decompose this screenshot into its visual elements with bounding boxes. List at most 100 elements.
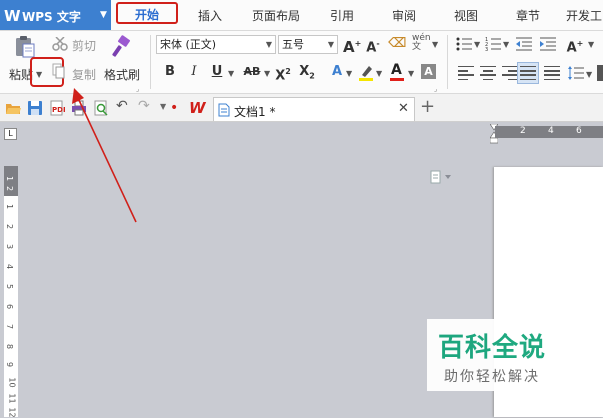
horizontal-ruler[interactable]: 2 4 6 [495, 126, 603, 138]
superscript-icon[interactable]: X2 [274, 63, 292, 83]
menu-bar: W WPS 文字 ▼ 开始 插入 页面布局 引用 审阅 视图 章节 开发工 [0, 0, 603, 31]
wps-logo-icon[interactable]: W [188, 99, 208, 117]
font-name-value: 宋体 (正文) [160, 38, 217, 51]
underline-icon[interactable]: U [208, 63, 226, 81]
cut-icon[interactable] [52, 36, 68, 51]
clear-format-icon[interactable]: ⌫ [388, 35, 406, 53]
watermark: 百科全说 助你轻松解决 [427, 319, 580, 391]
menu-tab-references[interactable]: 引用 [318, 0, 366, 30]
chevron-down-icon[interactable]: ▼ [97, 9, 110, 22]
chevron-down-icon[interactable]: ▼ [503, 40, 509, 49]
font-size-value: 五号 [282, 38, 304, 51]
document-tab-label: 文档1 * [234, 105, 276, 119]
italic-icon[interactable]: I [185, 63, 203, 81]
ruler-number: 6 [5, 303, 15, 310]
strikethrough-icon[interactable]: AB [240, 63, 264, 81]
cut-label[interactable]: 剪切 [72, 37, 96, 54]
chevron-down-icon[interactable]: ▼ [264, 69, 270, 78]
wps-app-button[interactable]: W WPS 文字 ▼ [0, 0, 111, 30]
divider [447, 35, 448, 89]
increase-indent-icon[interactable] [540, 37, 556, 51]
ruler-number: 6 [576, 126, 582, 136]
font-color-icon[interactable]: A [388, 62, 406, 81]
chevron-down-icon[interactable]: ▼ [588, 40, 594, 49]
distributed-icon[interactable] [544, 66, 560, 80]
ruler-number: 2 [5, 185, 15, 192]
format-painter-icon[interactable] [111, 35, 135, 59]
subscript-icon[interactable]: X2 [298, 63, 316, 81]
bullet-list-icon[interactable] [456, 37, 472, 51]
ruler-number: 2 [520, 126, 526, 136]
font-name-select[interactable]: 宋体 (正文) ▼ [156, 35, 276, 54]
chevron-down-icon: ▼ [265, 40, 272, 49]
chevron-down-icon[interactable]: ▼ [408, 69, 414, 78]
customize-icon[interactable]: • [170, 100, 178, 116]
ruler-number: 9 [5, 361, 15, 368]
ruler-number: 1 [5, 175, 15, 182]
ruler-number: 3 [5, 243, 15, 250]
chevron-down-icon[interactable]: ▼ [346, 69, 352, 78]
ruler-number: 11 [7, 393, 17, 404]
ruler-number: 10 [7, 377, 17, 388]
decrease-indent-icon[interactable] [516, 37, 532, 51]
char-shading-icon[interactable]: A [421, 64, 436, 79]
vertical-ruler[interactable]: 1 2 1 2 3 4 5 6 7 8 9 10 11 12 [4, 166, 18, 418]
tab-stop-selector-icon[interactable]: L [4, 128, 17, 140]
align-left-icon[interactable] [458, 66, 474, 80]
annotation-arrow [72, 88, 137, 223]
chevron-down-icon[interactable]: ▼ [228, 69, 234, 78]
justify-icon[interactable] [520, 66, 536, 80]
bold-icon[interactable]: B [161, 63, 179, 81]
open-folder-icon[interactable] [5, 100, 21, 116]
new-tab-icon[interactable]: + [420, 96, 435, 117]
ruler-number: 12 [7, 407, 17, 418]
chevron-down-icon[interactable]: ▼ [432, 40, 438, 49]
close-icon[interactable]: ✕ [398, 101, 409, 116]
chevron-down-icon: ▼ [327, 40, 334, 49]
menu-tab-review[interactable]: 审阅 [380, 0, 428, 30]
save-icon[interactable] [27, 100, 43, 116]
ruler-number: 7 [5, 323, 15, 330]
phonetic-guide-icon[interactable]: wén 文 [412, 34, 431, 52]
watermark-title: 百科全说 [437, 333, 546, 363]
svg-text:3: 3 [485, 47, 488, 51]
document-icon [218, 103, 230, 117]
align-center-icon[interactable] [480, 66, 496, 80]
menu-tab-developer[interactable]: 开发工 [566, 0, 603, 30]
ruler-number: 1 [5, 203, 15, 210]
chevron-down-icon[interactable]: ▼ [160, 102, 166, 111]
ruler-number: 4 [5, 263, 15, 270]
font-size-select[interactable]: 五号 ▼ [278, 35, 338, 54]
menu-tab-page-layout[interactable]: 页面布局 [244, 0, 308, 30]
grow-font-icon[interactable]: A+ [343, 35, 361, 56]
ruler-number: 8 [5, 343, 15, 350]
shrink-font-icon[interactable]: A- [364, 35, 382, 55]
numbered-list-icon[interactable]: 123 [485, 37, 501, 53]
paste-icon[interactable] [14, 35, 36, 59]
dialog-launcher-icon[interactable]: ⌟ [434, 85, 437, 93]
text-effect-icon[interactable]: A [328, 63, 346, 81]
menu-tab-section[interactable]: 章节 [504, 0, 552, 30]
divider [150, 35, 151, 89]
menu-tab-view[interactable]: 视图 [442, 0, 490, 30]
align-right-icon[interactable] [502, 66, 518, 80]
page-view-icon[interactable] [430, 170, 452, 184]
app-title: WPS 文字 [22, 10, 81, 24]
chevron-down-icon[interactable]: ▼ [376, 69, 382, 78]
highlight-color-icon[interactable] [357, 63, 375, 81]
text-style-icon[interactable]: A+ [564, 35, 586, 55]
ruler-number: 2 [5, 223, 15, 230]
wps-logo-icon: W [4, 7, 21, 25]
chevron-down-icon[interactable]: ▼ [474, 40, 480, 49]
chevron-down-icon[interactable]: ▼ [586, 70, 592, 79]
watermark-subtitle: 助你轻松解决 [444, 369, 540, 385]
ruler-number: 4 [548, 126, 554, 136]
ruler-number: 5 [5, 283, 15, 290]
paragraph-more-icon[interactable] [597, 65, 603, 81]
copy-icon[interactable] [52, 63, 66, 79]
menu-tab-insert[interactable]: 插入 [186, 0, 234, 30]
tab-document[interactable]: 文档1 * ✕ [213, 97, 415, 121]
line-spacing-icon[interactable] [568, 65, 584, 81]
svg-text:W: W [189, 99, 207, 116]
menu-tab-start[interactable]: 开始 [116, 2, 178, 24]
